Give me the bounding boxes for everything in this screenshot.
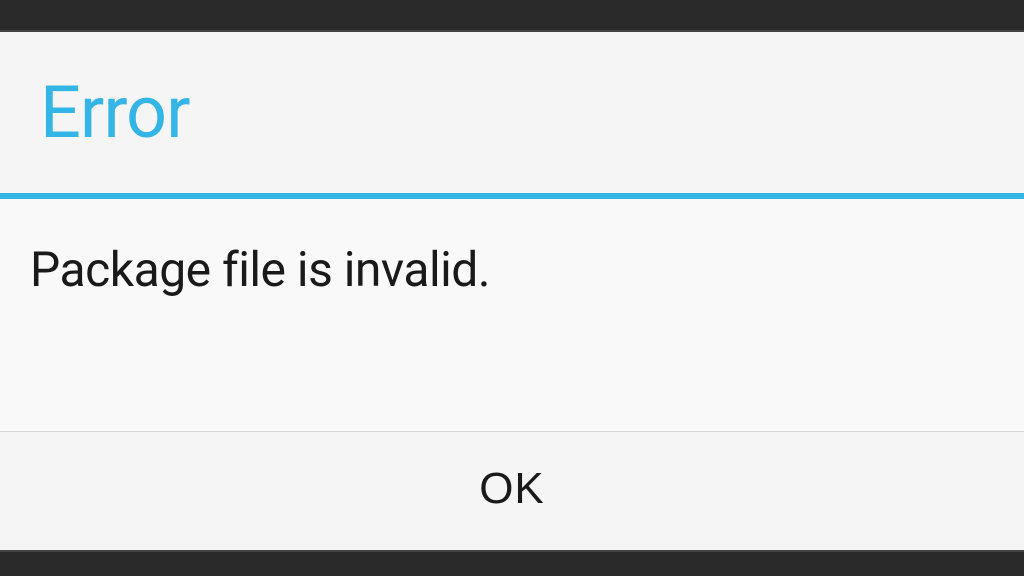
ok-button[interactable]: OK	[479, 464, 545, 514]
status-bar	[0, 0, 1024, 30]
bottom-bar	[0, 552, 1024, 576]
dialog-title: Error	[40, 70, 984, 155]
dialog-header: Error	[0, 32, 1024, 193]
error-dialog: Error Package file is invalid. OK	[0, 30, 1024, 552]
dialog-footer: OK	[0, 432, 1024, 550]
dialog-message: Package file is invalid.	[30, 241, 994, 298]
dialog-body: Package file is invalid.	[0, 199, 1024, 432]
